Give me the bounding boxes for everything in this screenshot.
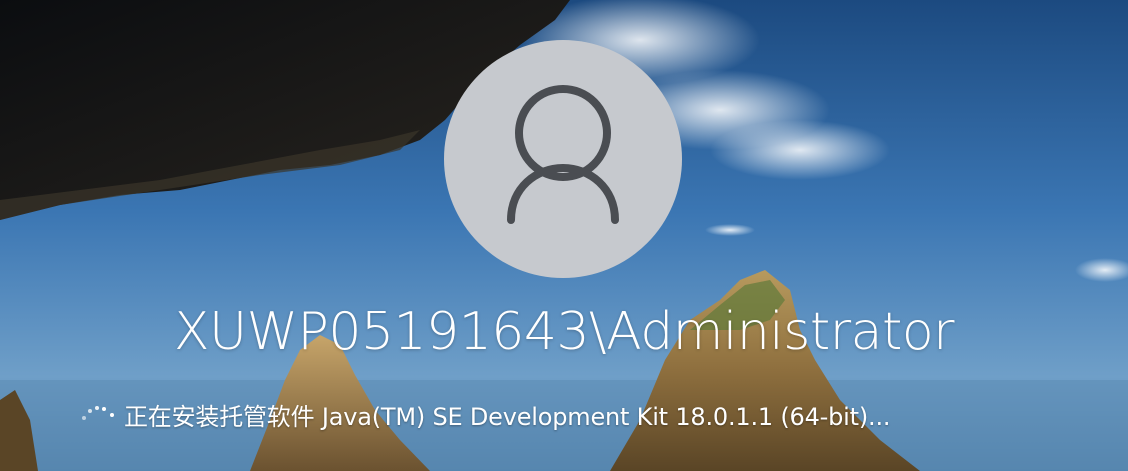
account-name: XUWP05191643\Administrator xyxy=(173,302,955,362)
status-row: 正在安装托管软件 Java(TM) SE Development Kit 18.… xyxy=(78,392,1078,436)
loading-spinner-icon xyxy=(78,394,118,434)
user-silhouette-icon xyxy=(507,85,619,224)
status-message: 正在安装托管软件 Java(TM) SE Development Kit 18.… xyxy=(124,402,891,431)
user-avatar xyxy=(444,40,682,278)
